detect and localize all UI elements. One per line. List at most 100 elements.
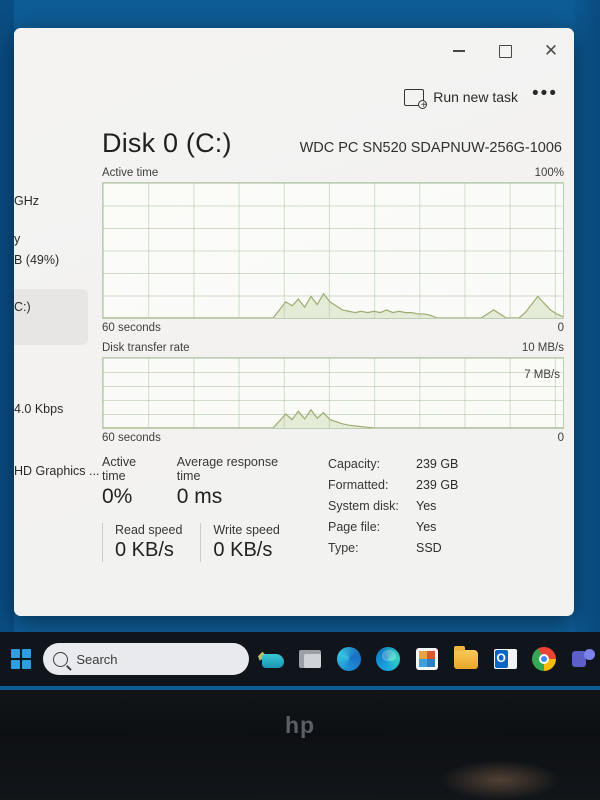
transfer-rate-y-min: 0 — [557, 432, 564, 444]
sidebar-item-memory-detail: B (49%) — [14, 253, 60, 267]
edge-icon[interactable] — [371, 642, 405, 676]
more-options-button[interactable]: ••• — [532, 83, 558, 111]
edge-glyph — [376, 647, 400, 671]
disk-detail-pane: Disk 0 (C:) WDC PC SN520 SDAPNUW-256G-10… — [102, 128, 564, 616]
transfer-rate-reference-label: 7 MB/s — [524, 369, 560, 381]
copilot-icon[interactable] — [332, 642, 366, 676]
teams-icon[interactable] — [566, 642, 600, 676]
folder-glyph — [454, 645, 478, 669]
active-time-graph-labels: Active time 100% — [102, 167, 564, 179]
task-view-icon[interactable] — [293, 642, 327, 676]
transfer-rate-graph-max: 10 MB/s — [521, 342, 564, 354]
page-title: Disk 0 (C:) — [102, 128, 232, 158]
active-time-graph-max: 100% — [534, 167, 564, 179]
avg-response-stat: Average response time 0 ms — [177, 455, 314, 509]
copilot-glyph — [337, 647, 361, 671]
disk-stats-left: Active time 0% Average response time 0 m… — [102, 455, 314, 562]
search-icon — [53, 651, 69, 667]
read-speed-stat-value: 0 KB/s — [115, 539, 174, 561]
shoe-icon — [262, 654, 284, 668]
minimize-button[interactable] — [436, 30, 482, 72]
detail-system-disk-key: System disk: — [328, 499, 399, 513]
write-speed-stat-label: Write speed — [213, 523, 280, 537]
bezel-reflection — [440, 760, 560, 800]
search-placeholder: Search — [76, 651, 118, 667]
detail-system-disk: System disk: Yes — [328, 499, 564, 513]
desktop-right-edge — [574, 0, 600, 636]
read-speed-stat-label: Read speed — [115, 523, 183, 537]
graph-grid — [103, 358, 563, 428]
windows-icon — [10, 649, 31, 669]
outlook-icon[interactable] — [488, 642, 522, 676]
disk-stats: Active time 0% Average response time 0 m… — [102, 455, 564, 562]
active-time-graph-title: Active time — [102, 167, 159, 179]
transfer-rate-x-label: 60 seconds — [102, 432, 161, 444]
detail-formatted: Formatted: 239 GB — [328, 478, 564, 492]
transfer-rate-graph: 7 MB/s — [102, 357, 564, 429]
store-glyph — [416, 648, 438, 670]
active-time-stat-label: Active time — [102, 455, 137, 483]
detail-capacity: Capacity: 239 GB — [328, 457, 564, 471]
detail-type: Type: SSD — [328, 541, 564, 555]
chrome-glyph — [532, 647, 556, 671]
taskbar: Search — [0, 632, 600, 686]
task-view-glyph — [299, 650, 321, 668]
disk-stats-row-1: Active time 0% Average response time 0 m… — [102, 455, 314, 509]
detail-system-disk-value: Yes — [416, 499, 437, 513]
active-time-stat-value: 0% — [102, 485, 133, 508]
detail-type-value: SSD — [416, 541, 442, 555]
sidebar-item-network-detail: 4.0 Kbps — [14, 402, 64, 416]
write-speed-stat-value: 0 KB/s — [213, 539, 273, 561]
transfer-rate-graph-labels: Disk transfer rate 10 MB/s — [102, 342, 564, 354]
disk-model-label: WDC PC SN520 SDAPNUW-256G-1006 — [299, 140, 562, 156]
detail-type-key: Type: — [328, 541, 359, 555]
new-task-icon — [404, 88, 428, 112]
sidebar: GHz y B (49%) C:) 4.0 Kbps HD Graphics .… — [14, 120, 99, 616]
disk-details-list: Capacity: 239 GB Formatted: 239 GB Syste… — [314, 455, 564, 562]
sidebar-item-gpu-label: HD Graphics ... — [14, 464, 100, 478]
active-time-y-min: 0 — [557, 322, 564, 334]
read-speed-stat: Read speed 0 KB/s — [102, 523, 200, 562]
sidebar-item-disk-label: C:) — [14, 300, 31, 314]
active-time-stat: Active time 0% — [102, 455, 177, 509]
desktop-left-edge — [0, 0, 14, 636]
active-time-graph — [102, 182, 564, 319]
minimize-icon — [453, 50, 465, 52]
detail-page-file-value: Yes — [416, 520, 437, 534]
task-manager-window: ✕ Run new task ••• GHz y B (49%) C:) 4.0… — [14, 28, 574, 616]
hp-logo: hp — [284, 712, 316, 738]
window-titlebar: ✕ — [14, 28, 574, 74]
sidebar-item-memory-label: y — [14, 232, 21, 246]
detail-formatted-value: 239 GB — [416, 478, 459, 492]
start-button[interactable] — [6, 644, 35, 674]
detail-page-file: Page file: Yes — [328, 520, 564, 534]
disk-header: Disk 0 (C:) WDC PC SN520 SDAPNUW-256G-10… — [102, 128, 564, 159]
outlook-glyph — [493, 649, 517, 669]
disk-stats-row-2: Read speed 0 KB/s Write speed 0 KB/s — [102, 523, 314, 562]
sidebar-item-cpu-detail: GHz — [14, 194, 39, 208]
maximize-button[interactable] — [482, 30, 528, 72]
detail-capacity-key: Capacity: — [328, 457, 381, 471]
avg-response-stat-label: Average response time — [176, 455, 279, 483]
sidebar-item-disk-selected[interactable] — [14, 289, 88, 345]
avg-response-stat-value: 0 ms — [176, 485, 223, 508]
chrome-icon[interactable] — [527, 642, 561, 676]
tools-icon[interactable] — [254, 642, 288, 676]
close-icon: ✕ — [543, 41, 559, 60]
file-explorer-icon[interactable] — [449, 642, 483, 676]
search-box[interactable]: Search — [43, 643, 249, 675]
transfer-rate-graph-title: Disk transfer rate — [102, 342, 190, 354]
run-new-task-button[interactable]: Run new task — [404, 88, 519, 112]
run-new-task-label: Run new task — [433, 89, 519, 105]
maximize-icon — [498, 44, 512, 58]
write-speed-stat: Write speed 0 KB/s — [200, 523, 297, 562]
store-icon[interactable] — [410, 642, 444, 676]
close-button[interactable]: ✕ — [528, 30, 574, 72]
teams-glyph — [571, 648, 595, 670]
graph-grid — [103, 183, 563, 318]
active-time-x-label: 60 seconds — [102, 322, 161, 334]
active-time-axis: 60 seconds 0 — [102, 322, 564, 334]
transfer-rate-axis: 60 seconds 0 — [102, 432, 564, 444]
detail-formatted-key: Formatted: — [328, 478, 389, 492]
window-toolbar: Run new task ••• — [14, 74, 574, 120]
